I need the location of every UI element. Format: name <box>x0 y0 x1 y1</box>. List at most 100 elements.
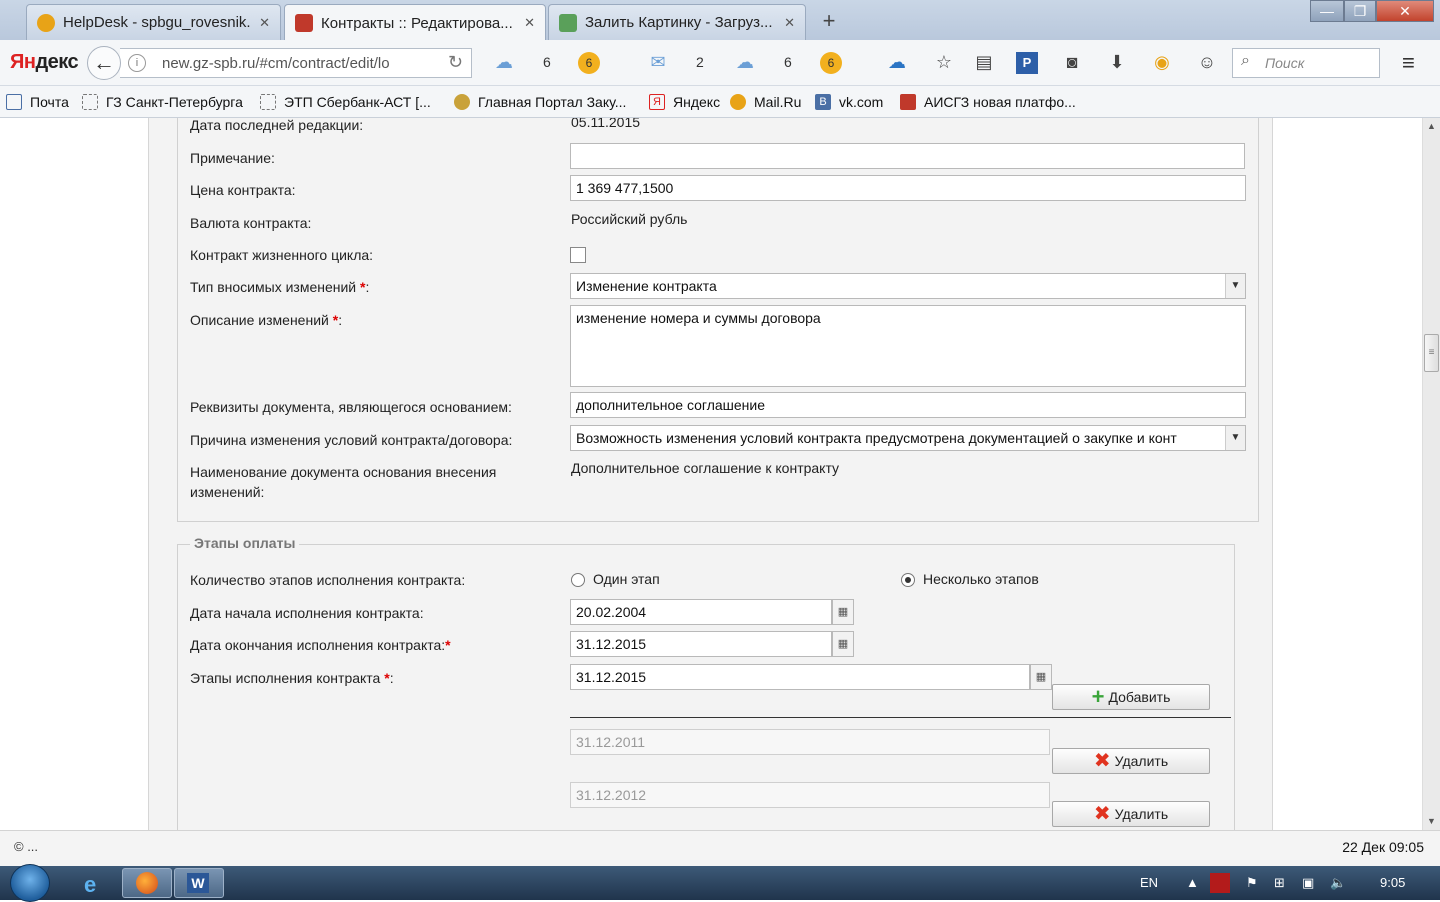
bookmark-label: ГЗ Санкт-Петербурга <box>106 94 243 110</box>
bookmarks-bar: Почта ГЗ Санкт-Петербурга ЭТП Сбербанк-А… <box>0 86 1440 118</box>
tab-contracts[interactable]: Контракты :: Редактирова... ✕ <box>284 4 546 41</box>
option-one-stage-label[interactable]: Один этап <box>593 571 660 587</box>
tab-label: Залить Картинку - Загруз... <box>585 14 773 31</box>
chevron-down-icon[interactable]: ▼ <box>1225 426 1245 450</box>
option-many-stages-label[interactable]: Несколько этапов <box>923 571 1039 587</box>
calendar-icon[interactable]: ▦ <box>1030 664 1052 690</box>
tab-bar: HelpDesk - spbgu_rovesnik... ✕ Контракты… <box>0 0 1440 41</box>
scroll-down-icon[interactable]: ▼ <box>1423 813 1440 830</box>
label-text: Дата окончания исполнения контракта: <box>190 637 446 653</box>
firefox-icon[interactable] <box>122 868 172 898</box>
bookmark-vk[interactable]: Bvk.com <box>815 94 883 110</box>
word-icon[interactable]: W <box>174 868 224 898</box>
mailru-agent-icon[interactable]: ◉ <box>1150 50 1174 74</box>
doc-name-value: Дополнительное соглашение к контракту <box>571 460 840 476</box>
yandex-logo[interactable]: Яндекс <box>10 51 79 74</box>
pocket-icon[interactable]: ◙ <box>1060 50 1084 74</box>
url-text[interactable]: new.gz-spb.ru/#cm/contract/edit/lo <box>162 55 390 72</box>
ie-icon[interactable]: e <box>70 868 120 898</box>
extension-p-icon[interactable]: P <box>1016 52 1038 74</box>
bookmark-label: АИСГЗ новая платфо... <box>924 94 1076 110</box>
smiley-icon[interactable]: ☺ <box>1195 50 1219 74</box>
chevron-down-icon[interactable]: ▼ <box>1225 274 1245 298</box>
yandex-icon: Я <box>649 94 665 110</box>
sync-cloud-icon[interactable]: ☁ <box>885 50 909 74</box>
new-tab-button[interactable]: + <box>818 8 840 34</box>
basis-doc-input[interactable]: дополнительное соглашение <box>570 392 1246 418</box>
language-indicator[interactable]: EN <box>1140 875 1158 890</box>
taskbar: e W EN ▲ ⚑ ⊞ ▣ 🔈 9:05 <box>0 864 1440 902</box>
clock[interactable]: 9:05 <box>1380 875 1405 890</box>
bookmark-pochta[interactable]: Почта <box>6 94 69 110</box>
bookmark-yandex[interactable]: Я Яндекс <box>649 94 720 110</box>
windows-start-icon[interactable] <box>10 864 50 902</box>
badge-icon[interactable]: 6 <box>578 52 600 74</box>
bookmark-sberbank-ast[interactable]: ЭТП Сбербанк-АСТ [... <box>260 94 431 110</box>
lifecycle-checkbox[interactable] <box>570 247 586 263</box>
network-icon[interactable]: ▣ <box>1302 875 1314 891</box>
start-date-input[interactable]: 20.02.2004 <box>570 599 832 625</box>
tab-label: HelpDesk - spbgu_rovesnik... <box>63 14 252 31</box>
reading-list-icon[interactable]: ▤ <box>972 50 996 74</box>
calendar-icon[interactable]: ▦ <box>832 631 854 657</box>
bookmark-mailru[interactable]: Mail.Ru <box>730 94 801 110</box>
scroll-up-icon[interactable]: ▲ <box>1423 118 1440 135</box>
reason-select[interactable]: Возможность изменения условий контракта … <box>570 425 1246 451</box>
tab-helpdesk[interactable]: HelpDesk - spbgu_rovesnik... ✕ <box>26 4 281 40</box>
radio-many-stages[interactable] <box>901 573 915 587</box>
tab-upload-image[interactable]: Залить Картинку - Загруз... ✕ <box>548 4 806 40</box>
currency-label: Валюта контракта: <box>190 215 312 231</box>
change-desc-textarea[interactable]: изменение номера и суммы договора <box>570 305 1246 387</box>
price-input[interactable]: 1 369 477,1500 <box>570 175 1246 201</box>
windows-icon[interactable]: ⊞ <box>1274 875 1285 891</box>
label-text: Этапы исполнения контракта <box>190 670 381 686</box>
back-button[interactable]: ← <box>87 46 121 80</box>
basis-doc-label: Реквизиты документа, являющегося основан… <box>190 399 512 415</box>
button-label: Удалить <box>1114 806 1169 822</box>
select-value: Изменение контракта <box>576 278 717 294</box>
bookmark-portal[interactable]: Главная Портал Заку... <box>454 94 626 110</box>
delete-stage-button[interactable]: ✖ Удалить <box>1052 801 1210 827</box>
required-mark: * <box>445 637 451 653</box>
calendar-icon[interactable]: ▦ <box>832 599 854 625</box>
star-icon[interactable]: ☆ <box>932 50 956 74</box>
label-line: изменений: <box>190 484 265 500</box>
search-box[interactable]: ⌕ Поиск <box>1232 48 1380 78</box>
bookmark-aisgz[interactable]: АИСГЗ новая платфо... <box>900 94 1076 110</box>
close-icon[interactable]: ✕ <box>524 15 535 31</box>
bookmark-gz-spb[interactable]: ГЗ Санкт-Петербурга <box>82 94 243 110</box>
tray-expand-icon[interactable]: ▲ <box>1186 875 1199 890</box>
delete-stage-button[interactable]: ✖ Удалить <box>1052 748 1210 774</box>
end-date-input[interactable]: 31.12.2015 <box>570 631 832 657</box>
note-input[interactable] <box>570 143 1245 169</box>
flag-icon[interactable]: ⚑ <box>1246 875 1258 891</box>
vertical-scrollbar[interactable]: ▲ ≡ ▼ <box>1422 118 1440 830</box>
close-icon[interactable]: ✕ <box>259 15 270 31</box>
change-type-select[interactable]: Изменение контракта ▼ <box>570 273 1246 299</box>
tab-label: Контракты :: Редактирова... <box>321 14 513 32</box>
bookmark-label: ЭТП Сбербанк-АСТ [... <box>284 94 431 110</box>
radio-one-stage[interactable] <box>571 573 585 587</box>
reload-icon[interactable]: ↻ <box>448 52 463 73</box>
info-icon[interactable]: i <box>128 54 146 72</box>
stage-date-input[interactable]: 31.12.2015 <box>570 664 1030 690</box>
url-bar[interactable]: i new.gz-spb.ru/#cm/contract/edit/lo ↻ <box>120 48 472 78</box>
cloud-icon[interactable]: ☁ <box>492 50 516 74</box>
volume-icon[interactable]: 🔈 <box>1330 875 1346 891</box>
stage-list-item: 31.12.2011 <box>570 729 1050 755</box>
acrobat-icon[interactable] <box>1210 873 1230 893</box>
maximize-button[interactable]: ❐ <box>1344 0 1376 22</box>
mailru-icon <box>730 94 746 110</box>
window-close-button[interactable]: ✕ <box>1376 0 1434 22</box>
system-tray: EN ▲ ⚑ ⊞ ▣ 🔈 9:05 <box>1110 866 1440 900</box>
cloud-icon[interactable]: ☁ <box>733 50 757 74</box>
download-icon[interactable]: ⬇ <box>1105 50 1129 74</box>
minimize-button[interactable]: — <box>1310 0 1344 22</box>
menu-icon[interactable]: ≡ <box>1402 50 1415 76</box>
currency-value: Российский рубль <box>571 211 688 227</box>
mail-icon[interactable]: ✉ <box>646 50 670 74</box>
scroll-thumb[interactable]: ≡ <box>1424 334 1439 372</box>
badge-icon[interactable]: 6 <box>820 52 842 74</box>
add-stage-button[interactable]: + Добавить <box>1052 684 1210 710</box>
close-icon[interactable]: ✕ <box>784 15 795 31</box>
